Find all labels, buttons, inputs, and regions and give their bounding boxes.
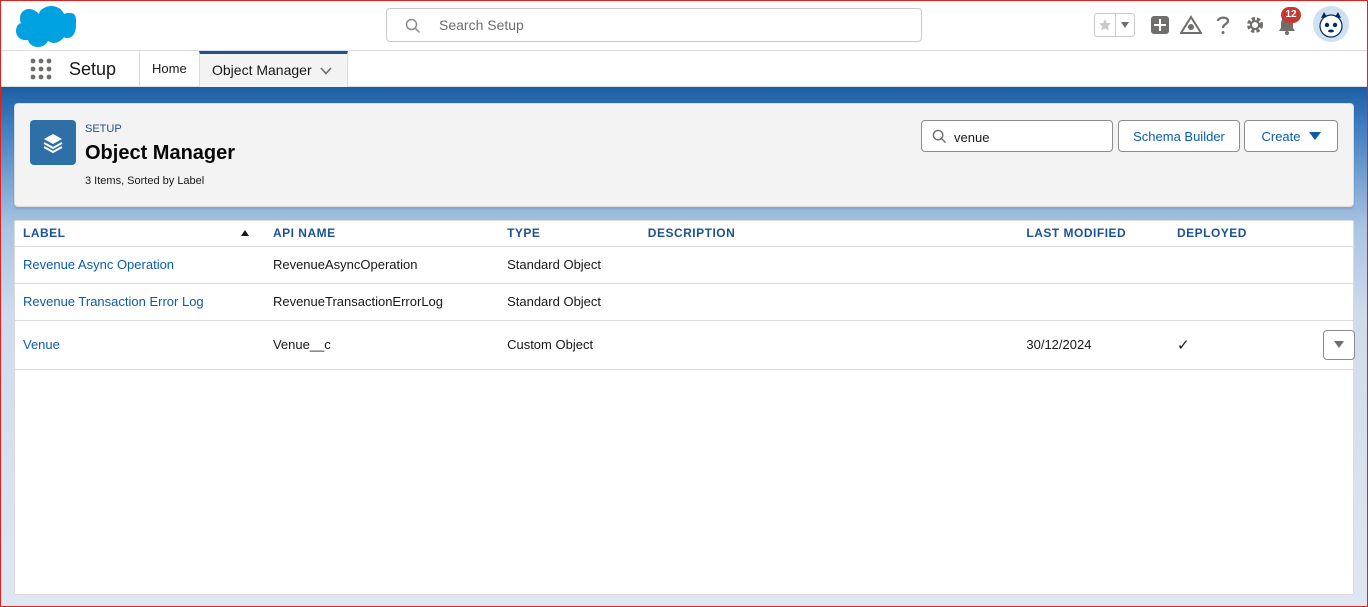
api-name-cell: RevenueTransactionErrorLog [264,283,500,321]
column-header-api-name[interactable]: API NAME [264,221,500,247]
breadcrumb[interactable]: SETUP [85,123,122,135]
check-icon: ✓ [1176,336,1190,354]
question-icon[interactable] [1212,14,1234,36]
app-name: Setup [69,59,117,79]
chevron-down-icon[interactable] [1116,14,1134,36]
column-header-deployed[interactable]: DEPLOYED [1168,221,1355,247]
chevron-down-icon [1308,132,1321,140]
favorites-group[interactable] [1094,13,1135,37]
plus-icon[interactable] [1149,14,1171,36]
astro-avatar[interactable] [1313,6,1349,42]
quick-find[interactable] [921,120,1113,152]
search-icon [932,129,947,144]
layers-icon [30,120,76,165]
context-bar: Setup Home Object Manager [0,51,1368,87]
type-cell: Standard Object [499,246,640,284]
description-cell [639,283,1019,321]
table-row: Revenue Async Operation RevenueAsyncOper… [15,246,1355,284]
sort-ascending-icon[interactable] [241,230,249,236]
quick-find-input[interactable] [954,127,1104,147]
trailhead-icon[interactable] [1180,14,1202,36]
column-header-type[interactable]: TYPE [499,221,640,247]
global-header: 12 [0,0,1368,51]
deployed-cell [1168,283,1355,321]
object-list: LABEL API NAME TYPE DESCRIPTION LAST MOD… [14,220,1355,595]
object-label-link[interactable]: Revenue Async Operation [23,257,174,272]
page-title: Object Manager [85,142,236,164]
api-name-cell: Venue__c [264,320,500,370]
last-modified-cell [1018,283,1169,321]
column-header-description[interactable]: DESCRIPTION [639,221,1019,247]
type-cell: Standard Object [499,283,640,321]
salesforce-logo[interactable] [16,5,76,47]
column-header-last-modified[interactable]: LAST MODIFIED [1018,221,1169,247]
table-header-row: LABEL API NAME TYPE DESCRIPTION LAST MOD… [15,221,1355,247]
gear-icon[interactable] [1244,14,1266,36]
object-table: LABEL API NAME TYPE DESCRIPTION LAST MOD… [15,221,1355,370]
api-name-cell: RevenueAsyncOperation [264,246,500,284]
description-cell [639,246,1019,284]
chevron-down-icon [1333,341,1344,348]
table-row: Revenue Transaction Error Log RevenueTra… [15,283,1355,321]
column-header-text: LABEL [23,226,66,241]
schema-builder-label: Schema Builder [1133,128,1225,144]
search-icon [405,18,421,34]
column-header-label[interactable]: LABEL [15,221,265,247]
chevron-down-icon[interactable] [319,64,333,78]
create-label: Create [1261,128,1301,144]
schema-builder-button[interactable]: Schema Builder [1118,120,1240,152]
create-button[interactable]: Create [1244,120,1338,152]
last-modified-cell [1018,246,1169,284]
row-actions-button[interactable] [1322,329,1355,360]
notification-badge: 12 [1281,7,1301,23]
deployed-cell: ✓ [1168,320,1355,370]
global-search[interactable] [386,8,922,42]
page-header: SETUP Object Manager 3 Items, Sorted by … [14,103,1354,207]
waffle-icon[interactable] [30,58,52,80]
table-row: Venue Venue__c Custom Object 30/12/2024 … [15,320,1355,370]
deployed-cell [1168,246,1355,284]
object-label-link[interactable]: Venue [23,337,60,352]
nav-item-home[interactable]: Home [140,51,199,87]
page-meta: 3 Items, Sorted by Label [85,175,205,187]
description-cell [639,320,1019,370]
type-cell: Custom Object [499,320,640,370]
nav-item-object-manager[interactable]: Object Manager [199,51,348,87]
nav-item-label: Object Manager [212,62,312,78]
object-label-link[interactable]: Revenue Transaction Error Log [23,294,204,309]
search-input[interactable] [439,15,899,35]
last-modified-cell: 30/12/2024 [1018,320,1169,370]
star-icon[interactable] [1095,14,1117,36]
